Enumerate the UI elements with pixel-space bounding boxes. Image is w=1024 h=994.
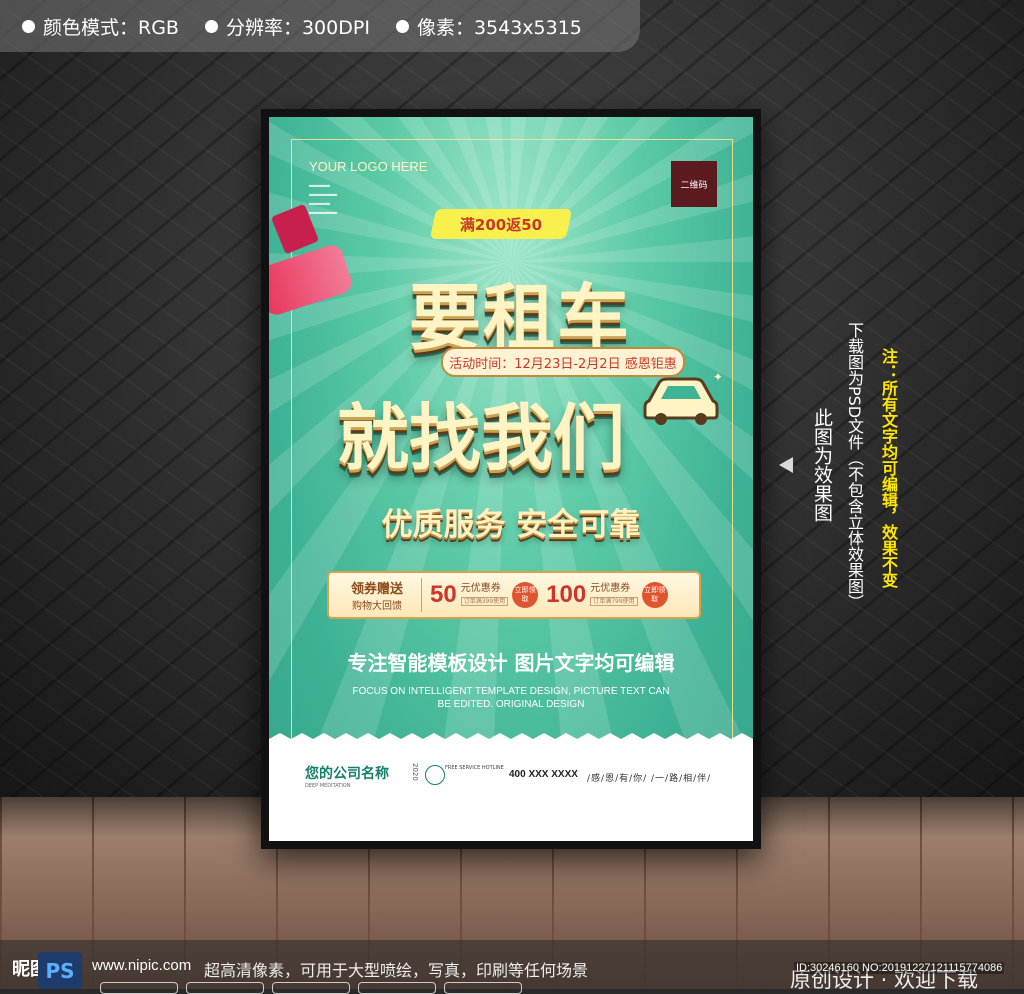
bullet-icon [204,19,218,33]
effect-note: 此图为效果图 [811,408,833,522]
coupon-box: 领券赠送 购物大回馈 50 元优惠券 订单满399使用 立即领取 100 元优惠… [327,571,701,619]
coupon-label: 元优惠券 订单满799使用 [590,583,638,608]
edit-note: 注：所有文字均可编辑，效果不变 [879,348,898,588]
usage-description: 超高清像素，可用于大型喷绘，写真，印刷等任何场景 [204,961,589,980]
feature-tag [358,982,436,994]
spec-resolution: 分辨率：300DPI [204,13,370,40]
english-tagline-line2: BE EDITED. ORIGINAL DESIGN [437,699,585,710]
phone-icon [425,765,445,785]
qr-code-placeholder: 二维码 [671,161,717,207]
coupon-amount: 100 [546,581,587,608]
claim-coupon-button[interactable]: 立即领取 [512,582,539,608]
poster: YOUR LOGO HERE ▬▬▬ ▬▬▬▬ ▬▬▬ ▬▬▬▬ 二维码 满200返5… [269,117,753,841]
bullet-icon [22,19,35,33]
spec-bar: 颜色模式：RGB 分辨率：300DPI 像素：3543x5315 [0,0,640,52]
tagline: 专注智能模板设计 图片文字均可编辑 [347,651,675,675]
coupon-amount: 50 [430,581,457,608]
arrow-left-icon [779,457,793,473]
feature-tag [444,982,522,994]
slogan: 优质服务 安全可靠 [381,507,641,543]
hotline-label: FREE SERVICE HOTLINE [445,765,504,771]
phone-number: 400 XXX XXXX [509,769,578,780]
ps-icon: PS [38,952,82,989]
image-id-text: ID:30246160 NO:20191227121115774086 [794,962,1005,974]
car-icon: ✦ [643,371,721,425]
coupon-100: 100 元优惠券 订单满799使用 立即领取 [546,581,668,609]
year-label: 2020 [411,763,419,781]
coupon-50: 50 元优惠券 订单满399使用 立即领取 [430,581,539,609]
poster-footer-bg [269,743,753,841]
download-note: 下载图为PSD文件（不包含立体效果图） [845,322,864,611]
english-tagline-line1: FOCUS ON INTELLIGENT TEMPLATE DESIGN, PI… [352,686,670,697]
thanks-text: /感/恩/有/你/ /一/路/相/伴/ [587,774,712,784]
poster-frame: YOUR LOGO HERE ▬▬▬ ▬▬▬▬ ▬▬▬ ▬▬▬▬ 二维码 满200返5… [261,109,761,849]
logo-placeholder: YOUR LOGO HERE [309,159,428,174]
company-name: 您的公司名称 [305,766,389,782]
spec-pixels: 像素：3543x5315 [395,13,582,40]
feature-tag [100,982,178,994]
bullet-icon [395,19,409,33]
coupon-label: 元优惠券 订单满399使用 [460,583,509,608]
coupon-intro-title: 领券赠送 [350,582,403,597]
small-decor-lines: ▬▬▬ ▬▬▬▬ ▬▬▬ ▬▬▬▬ [309,182,337,216]
claim-coupon-button[interactable]: 立即领取 [641,582,668,608]
promo-banner: 满200返50 [459,215,543,234]
coupon-intro: 领券赠送 购物大回馈 [339,578,422,612]
spec-color-mode: 颜色模式：RGB [22,13,179,40]
company-name-en: DEEP MEDITATION [305,783,351,789]
coupon-condition: 订单满399使用 [460,596,509,606]
feature-tag [186,982,264,994]
coupon-condition: 订单满799使用 [590,596,638,606]
svg-text:✦: ✦ [713,371,721,384]
feature-tags [100,982,522,994]
feature-tag [272,982,350,994]
coupon-intro-sub: 购物大回馈 [352,601,402,612]
